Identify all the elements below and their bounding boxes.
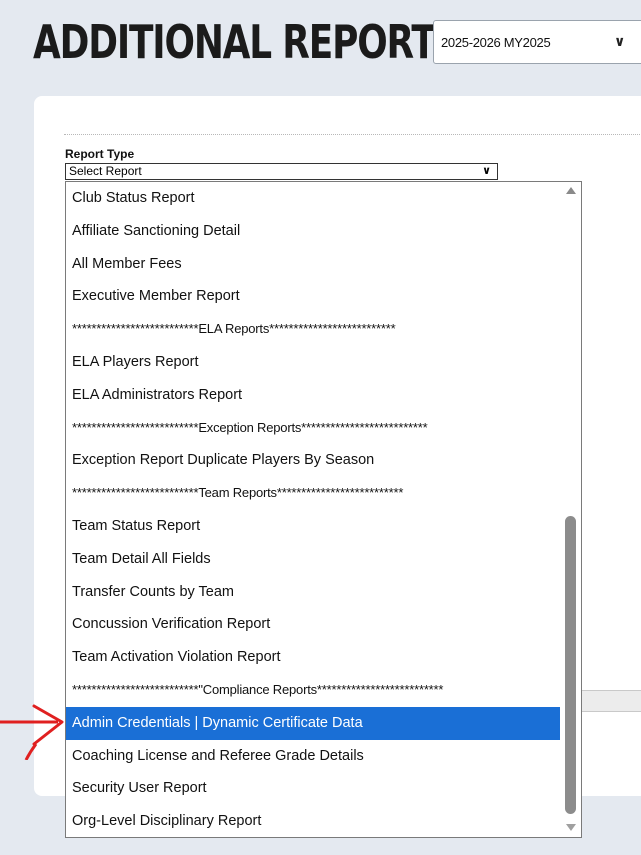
chevron-down-icon: ∨ xyxy=(482,165,491,177)
report-option[interactable]: ELA Players Report xyxy=(66,346,560,379)
divider xyxy=(64,134,641,135)
triangle-down-icon[interactable] xyxy=(566,824,576,831)
report-option[interactable]: Team Detail All Fields xyxy=(66,543,560,576)
scrollbar[interactable] xyxy=(561,182,581,837)
report-option[interactable]: Admin Credentials | Dynamic Certificate … xyxy=(66,706,560,740)
report-option[interactable]: Security User Report xyxy=(66,772,560,805)
report-option[interactable]: Executive Member Report xyxy=(66,280,560,313)
report-option[interactable]: Concussion Verification Report xyxy=(66,608,560,641)
report-option[interactable]: Team Activation Violation Report xyxy=(66,641,560,674)
report-type-select-value: Select Report xyxy=(69,164,142,178)
option-separator[interactable]: **************************"Compliance Re… xyxy=(66,674,560,707)
report-option[interactable]: Club Status Report xyxy=(66,182,560,215)
season-select[interactable]: 2025-2026 MY2025 ∨ xyxy=(433,20,641,64)
option-separator[interactable]: **************************Team Reports**… xyxy=(66,477,560,510)
report-option[interactable]: ELA Administrators Report xyxy=(66,379,560,412)
report-type-label: Report Type xyxy=(65,147,135,161)
chevron-down-icon: ∨ xyxy=(614,33,626,49)
scrollbar-thumb[interactable] xyxy=(565,516,576,814)
triangle-up-icon[interactable] xyxy=(566,187,576,194)
report-type-select[interactable]: Select Report ∨ xyxy=(65,163,498,180)
report-option[interactable]: All Member Fees xyxy=(66,248,560,281)
season-select-value: 2025-2026 MY2025 xyxy=(441,34,551,50)
report-option[interactable]: Affiliate Sanctioning Detail xyxy=(66,215,560,248)
red-arrow-icon xyxy=(0,704,64,760)
option-separator[interactable]: **************************ELA Reports***… xyxy=(66,313,560,346)
report-option[interactable]: Transfer Counts by Team xyxy=(66,576,560,609)
page-title: ADDITIONAL REPORTS xyxy=(33,15,461,69)
options-container: Club Status Report Affiliate Sanctioning … xyxy=(66,182,581,837)
option-separator[interactable]: **************************Exception Repo… xyxy=(66,412,560,445)
report-option[interactable]: Org-Level Disciplinary Report xyxy=(66,805,560,837)
report-options-list[interactable]: Club Status Report Affiliate Sanctioning … xyxy=(65,181,582,838)
report-option[interactable]: Exception Report Duplicate Players By Se… xyxy=(66,444,560,477)
report-option[interactable]: Team Status Report xyxy=(66,510,560,543)
report-option[interactable]: Coaching License and Referee Grade Detai… xyxy=(66,740,560,773)
